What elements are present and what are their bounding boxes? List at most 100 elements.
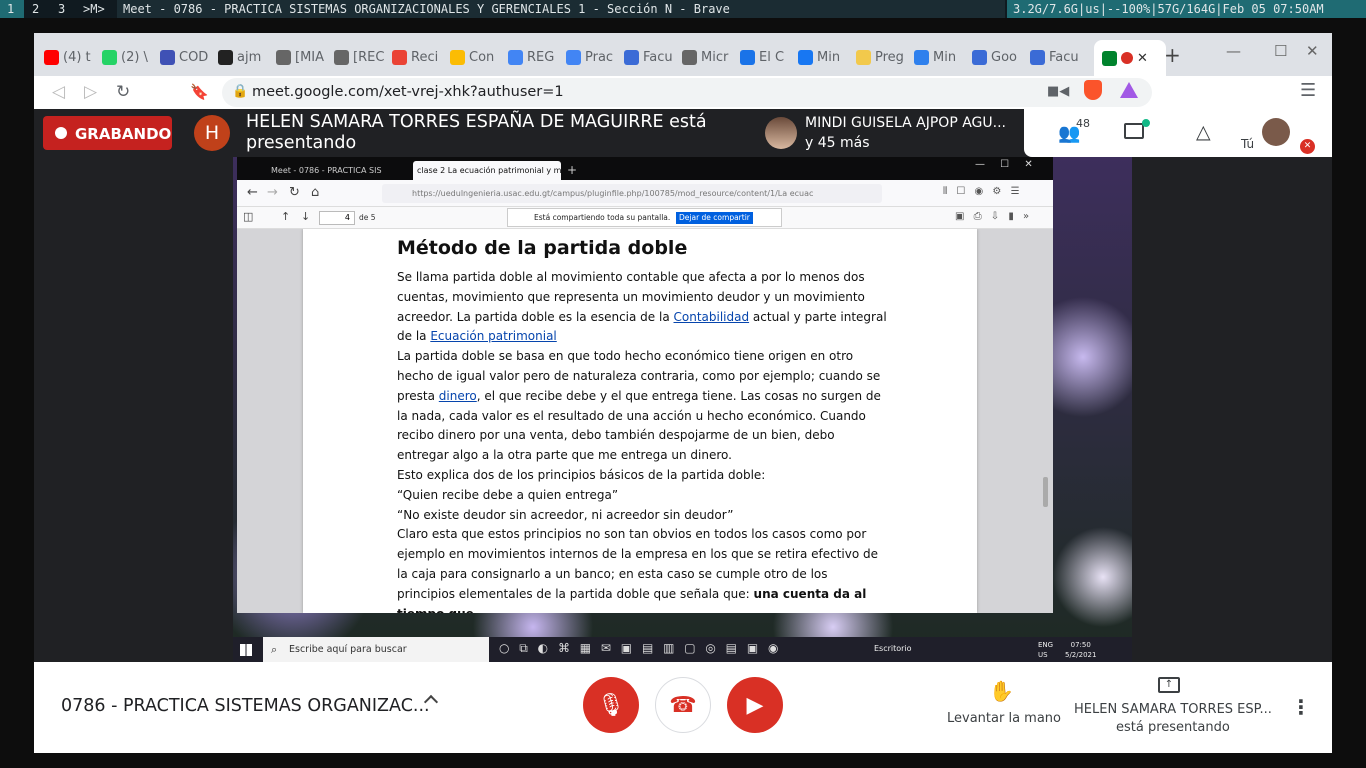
taskbar-search[interactable]: ⌕ Escribe aquí para buscar: [263, 637, 489, 662]
new-tab-button[interactable]: +: [1164, 45, 1181, 65]
pdf-page: Método de la partida doble Se llama part…: [303, 229, 977, 613]
chat-icon[interactable]: [1124, 123, 1144, 139]
tab-3[interactable]: ajm: [218, 45, 270, 69]
workspace-3[interactable]: 3: [52, 0, 76, 18]
ff-new-tab-icon[interactable]: +: [567, 161, 577, 180]
ff-back-icon[interactable]: ←: [247, 185, 258, 200]
tab-0[interactable]: (4) t: [44, 45, 96, 69]
participant-avatar: [765, 117, 797, 149]
self-muted-icon: ✕: [1300, 139, 1315, 154]
meeting-title[interactable]: 0786 - PRACTICA SISTEMAS ORGANIZAC...: [61, 696, 430, 716]
system-stats: 3.2G/7.6G|us|--100%|57G/164G|Feb 05 07:5…: [1007, 0, 1366, 18]
taskbar-app-icons[interactable]: ○ ⧉ ◐ ⌘ ▦ ✉ ▣ ▤ ▥ ▢ ◎ ▤ ▣ ◉: [499, 641, 778, 656]
raise-hand-label[interactable]: Levantar la mano: [947, 711, 1061, 726]
camera-icon[interactable]: ■◀: [1047, 84, 1069, 99]
brave-shield-icon[interactable]: [1084, 80, 1102, 100]
reload-button[interactable]: ↻: [116, 82, 130, 102]
tab-4[interactable]: [MIA: [276, 45, 328, 69]
browser-window: (4) t (2) \ COD ajm [MIA [REC Reci Con REG Prac Fa…: [34, 33, 1332, 753]
tray-clock: 07:50 5/2/2021: [1065, 640, 1096, 660]
page-number-input[interactable]: 4: [319, 211, 355, 225]
address-bar[interactable]: 🔒 meet.google.com/xet-vrej-xhk?authuser=…: [222, 78, 1152, 107]
tab-13[interactable]: Min: [798, 45, 850, 69]
tab-close-icon[interactable]: ✕: [1137, 51, 1148, 66]
tab-label: Preg: [875, 49, 904, 65]
next-page-icon[interactable]: ↓: [301, 210, 310, 223]
tab-15[interactable]: Min: [914, 45, 966, 69]
tab-11[interactable]: Micr: [682, 45, 734, 69]
menu-icon[interactable]: ☰: [1300, 80, 1316, 101]
tab-6[interactable]: Reci: [392, 45, 444, 69]
windows-start-icon[interactable]: [240, 644, 252, 656]
tab-meet-active[interactable]: ✕: [1094, 40, 1166, 76]
meet-stage: GRABANDO H HELEN SAMARA TORRES ESPAÑA DE…: [34, 109, 1332, 662]
maximize-button[interactable]: ☐: [1274, 42, 1287, 60]
raise-hand-icon[interactable]: ✋: [989, 679, 1014, 703]
close-window-button[interactable]: ✕: [1306, 42, 1319, 60]
pdf-tool-icons[interactable]: ▣ ⎙ ⇩ ▮ »: [955, 211, 1029, 222]
gmail-icon: [392, 49, 407, 65]
self-avatar[interactable]: [1262, 118, 1290, 146]
tab-label: Reci: [411, 49, 439, 65]
workspace-1[interactable]: 1: [0, 0, 24, 18]
presenter-banner: HELEN SAMARA TORRES ESPAÑA DE MAGUIRRE e…: [246, 112, 707, 153]
tab-10[interactable]: Facu: [624, 45, 676, 69]
firefox-window: Meet - 0786 - PRACTICA SIS clase 2 La ec…: [237, 157, 1053, 613]
paragraph-1: Se llama partida doble al movimiento con…: [397, 268, 887, 347]
tray-lang-2: US: [1038, 651, 1048, 659]
url-text[interactable]: meet.google.com/xet-vrej-xhk?authuser=1: [252, 84, 564, 100]
tab-7[interactable]: Con: [450, 45, 502, 69]
activities-icon[interactable]: △: [1196, 121, 1211, 143]
tab-8[interactable]: REG: [508, 45, 560, 69]
ff-tab-meet[interactable]: Meet - 0786 - PRACTICA SIS: [271, 161, 391, 180]
tab-label: Min: [817, 49, 841, 65]
minimize-button[interactable]: —: [1226, 42, 1241, 60]
present-icon[interactable]: ↑: [1158, 677, 1180, 693]
workspace-2[interactable]: 2: [26, 0, 50, 18]
tab-12[interactable]: El C: [740, 45, 792, 69]
ff-forward-icon[interactable]: →: [267, 185, 278, 200]
recording-indicator[interactable]: GRABANDO: [43, 116, 172, 150]
end-call-button[interactable]: ☎: [655, 677, 711, 733]
link-dinero[interactable]: dinero: [439, 389, 477, 403]
stop-sharing-button[interactable]: Dejar de compartir: [676, 212, 753, 224]
tab-2[interactable]: COD: [160, 45, 212, 69]
forward-button[interactable]: ▷: [84, 82, 97, 102]
tab-14[interactable]: Preg: [856, 45, 908, 69]
tab-17[interactable]: Facu: [1030, 45, 1082, 69]
quote-2: “No existe deudor sin acreedor, ni acree…: [397, 507, 734, 522]
presenter-name[interactable]: HELEN SAMARA TORRES ESP...: [1074, 702, 1272, 717]
tab-16[interactable]: Goo: [972, 45, 1024, 69]
facebook-icon: [798, 49, 813, 65]
camera-toggle-button[interactable]: ▶: [727, 677, 783, 733]
link-contabilidad[interactable]: Contabilidad: [674, 310, 750, 324]
ff-window-controls[interactable]: — ☐ ✕: [975, 159, 1033, 170]
paragraph-2: La partida doble se basa en que todo hec…: [397, 347, 887, 466]
bookmark-icon[interactable]: 🔖: [190, 82, 209, 102]
link-ecuacion-patrimonial[interactable]: Ecuación patrimonial: [430, 329, 556, 343]
site-icon: [972, 49, 987, 65]
mic-off-icon: 🎙: [597, 692, 625, 718]
chat-notification-dot: [1142, 119, 1150, 127]
ff-reload-icon[interactable]: ↻: [289, 185, 300, 200]
meet-bottom-bar: 0786 - PRACTICA SISTEMAS ORGANIZAC... 🎙 …: [34, 662, 1332, 753]
pdf-toolbar: ◫ ↑ ↓ 4 de 5 Está compartiendo toda su p…: [237, 207, 1053, 229]
prev-page-icon[interactable]: ↑: [281, 210, 290, 223]
sidebar-toggle-icon[interactable]: ◫: [243, 210, 253, 223]
ff-toolbar-icons[interactable]: ⫴ ☐ ◉ ⚙ ☰: [943, 186, 1020, 197]
pdf-scrollbar[interactable]: [1043, 477, 1048, 507]
tab-1[interactable]: (2) \: [102, 45, 154, 69]
back-button[interactable]: ◁: [52, 82, 65, 102]
presenting-label: está presentando: [1116, 720, 1230, 735]
ff-home-icon[interactable]: ⌂: [311, 185, 319, 200]
ff-address-bar[interactable]: https://uedulngenieria.usac.edu.gt/campu…: [382, 184, 882, 203]
ff-tab-pdf[interactable]: clase 2 La ecuación patrimonial y m: [413, 161, 561, 180]
brave-rewards-icon[interactable]: [1120, 82, 1138, 98]
tab-5[interactable]: [REC: [334, 45, 386, 69]
more-options-icon[interactable]: ⋮: [1291, 695, 1311, 719]
tab-label: COD: [179, 49, 209, 65]
mic-toggle-button[interactable]: 🎙: [583, 677, 639, 733]
tab-9[interactable]: Prac: [566, 45, 618, 69]
browser-toolbar: ◁ ▷ ↻ 🔖 🔒 meet.google.com/xet-vrej-xhk?a…: [34, 76, 1332, 109]
lock-icon: 🔒: [232, 84, 249, 99]
